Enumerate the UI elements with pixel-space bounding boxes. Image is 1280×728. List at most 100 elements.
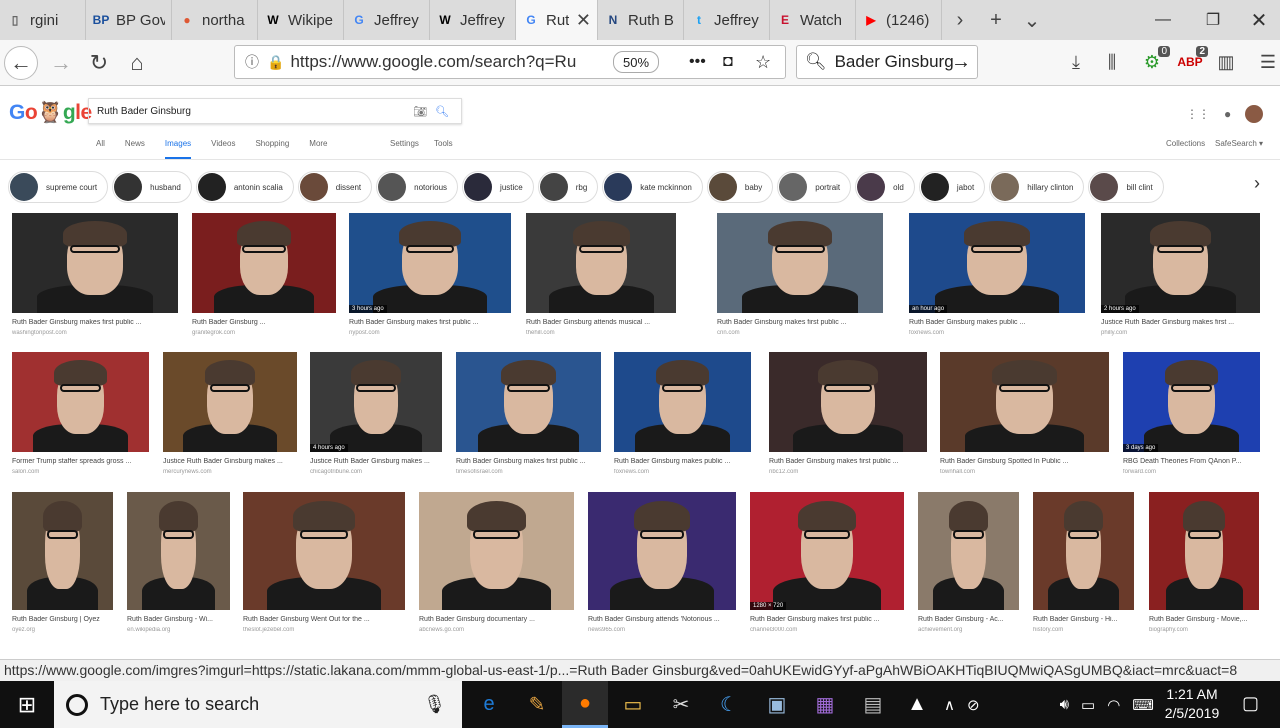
result-source[interactable]: granitegrok.com (192, 330, 336, 336)
result-thumbnail[interactable]: 2 hours ago (1101, 213, 1260, 313)
result-thumbnail[interactable] (243, 492, 405, 610)
tab-shopping[interactable]: Shopping (255, 139, 289, 159)
chevron-right-icon[interactable]: › (1254, 173, 1260, 194)
result-thumbnail[interactable] (717, 213, 883, 313)
image-result[interactable]: Justice Ruth Bader Ginsburg makes ... mer… (163, 352, 297, 475)
google-search-icon[interactable]: 🔍︎ (435, 105, 449, 118)
result-thumbnail[interactable]: 3 hours ago (349, 213, 511, 313)
sidebar-icon[interactable]: ▥ (1212, 48, 1240, 76)
result-source[interactable]: achievement.org (918, 627, 1019, 633)
result-source[interactable]: mercurynews.com (163, 469, 297, 475)
image-result[interactable]: Ruth Bader Ginsburg makes first public .… (717, 213, 883, 336)
edge-icon[interactable]: e (466, 681, 512, 728)
settings-link[interactable]: Settings (390, 139, 419, 148)
image-result[interactable]: 3 hours ago Ruth Bader Ginsburg makes fir… (349, 213, 511, 336)
result-caption[interactable]: Ruth Bader Ginsburg Spotted In Public ..… (940, 458, 1109, 465)
result-source[interactable]: nbc12.com (769, 469, 927, 475)
result-caption[interactable]: RBG Death Theories From QAnon P... (1123, 458, 1260, 465)
result-source[interactable]: news965.com (588, 627, 736, 633)
result-source[interactable]: townhall.com (940, 469, 1109, 475)
result-source[interactable]: philly.com (1101, 330, 1260, 336)
clock[interactable]: 1:21 AM 2/5/2019 (1152, 685, 1232, 723)
result-thumbnail[interactable] (918, 492, 1019, 610)
search-bar[interactable]: 🔍︎ Bader Ginsburg → (796, 45, 978, 79)
notifications-icon[interactable]: ● (1224, 107, 1231, 121)
browser-tab[interactable]: W Jeffrey (430, 0, 516, 40)
result-source[interactable]: forward.com (1123, 469, 1260, 475)
tab-more[interactable]: More (309, 139, 327, 159)
monitor-app-icon[interactable]: ▤ (850, 681, 896, 728)
collections-link[interactable]: Collections (1166, 139, 1205, 148)
related-chip[interactable]: baby (706, 171, 774, 203)
result-caption[interactable]: Ruth Bader Ginsburg documentary ... (419, 616, 574, 623)
pocket-icon[interactable]: ◘ (723, 53, 733, 71)
result-thumbnail[interactable] (588, 492, 736, 610)
image-result[interactable]: Ruth Bader Ginsburg documentary ... abcne… (419, 492, 574, 633)
result-caption[interactable]: Ruth Bader Ginsburg makes public ... (909, 319, 1085, 326)
tab-overflow-icon[interactable]: › (942, 0, 978, 40)
image-result[interactable]: Ruth Bader Ginsburg - Hi... history.com (1033, 492, 1134, 633)
result-thumbnail[interactable] (940, 352, 1109, 452)
result-source[interactable]: abcnews.go.com (419, 627, 574, 633)
result-source[interactable]: biography.com (1149, 627, 1259, 633)
photos-app-icon[interactable]: ▲ (894, 681, 940, 728)
related-chip[interactable]: jabot (918, 171, 986, 203)
related-chip[interactable]: hillary clinton (989, 171, 1085, 203)
tab-close-icon[interactable]: ✕ (576, 10, 591, 31)
windows-start-icon[interactable]: ⊞ (0, 681, 54, 728)
image-result[interactable]: Ruth Bader Ginsburg | Oyez oyez.org (12, 492, 113, 633)
image-result[interactable]: Ruth Bader Ginsburg - Ac... achievement.o… (918, 492, 1019, 633)
menu-icon[interactable]: ☰ (1254, 48, 1280, 76)
result-source[interactable]: cnn.com (717, 330, 883, 336)
image-result[interactable]: Ruth Bader Ginsburg makes first public .… (456, 352, 601, 475)
new-tab-icon[interactable]: + (978, 0, 1014, 40)
image-result[interactable]: 4 hours ago Justice Ruth Bader Ginsburg m… (310, 352, 442, 475)
reload-button[interactable]: ↻ (82, 46, 116, 80)
result-source[interactable]: en.wikipedia.org (127, 627, 230, 633)
result-caption[interactable]: Ruth Bader Ginsburg attends 'Notorious .… (588, 616, 736, 623)
browser-tab[interactable]: BP BP Gover (86, 0, 172, 40)
result-caption[interactable]: Ruth Bader Ginsburg makes first public .… (769, 458, 927, 465)
browser-tab[interactable]: ● northa (172, 0, 258, 40)
result-thumbnail[interactable] (769, 352, 927, 452)
result-caption[interactable]: Ruth Bader Ginsburg makes first public .… (717, 319, 883, 326)
tab-images[interactable]: Images (164, 139, 192, 159)
result-caption[interactable]: Ruth Bader Ginsburg - Ac... (918, 616, 1019, 623)
result-thumbnail[interactable] (12, 492, 113, 610)
image-result[interactable]: Ruth Bader Ginsburg - Movie,... biography… (1149, 492, 1259, 633)
image-result[interactable]: an hour ago Ruth Bader Ginsburg makes pub… (909, 213, 1085, 336)
browser-tab[interactable]: ▶ (1246) (856, 0, 942, 40)
moon-app-icon[interactable]: ☾ (706, 681, 752, 728)
browser-tab[interactable]: t Jeffrey (684, 0, 770, 40)
image-result[interactable]: Ruth Bader Ginsburg Spotted In Public ..… (940, 352, 1109, 475)
related-chip[interactable]: kate mckinnon (602, 171, 703, 203)
result-caption[interactable]: Ruth Bader Ginsburg makes first public .… (12, 319, 178, 326)
google-logo[interactable]: Go🦉gle (9, 101, 92, 125)
result-caption[interactable]: Justice Ruth Bader Ginsburg makes first … (1101, 319, 1260, 326)
safesearch-link[interactable]: SafeSearch ▾ (1215, 139, 1263, 148)
image-result[interactable]: Ruth Bader Ginsburg makes first public .… (12, 213, 178, 336)
result-caption[interactable]: Ruth Bader Ginsburg - Hi... (1033, 616, 1134, 623)
paint-icon[interactable]: ✎ (514, 681, 560, 728)
result-caption[interactable]: Ruth Bader Ginsburg makes first public .… (750, 616, 904, 623)
close-window-icon[interactable]: ✕ (1232, 0, 1280, 40)
result-caption[interactable]: Ruth Bader Ginsburg Went Out for the ... (243, 616, 405, 623)
result-caption[interactable]: Ruth Bader Ginsburg attends musical ... (526, 319, 676, 326)
file-explorer-icon[interactable]: ▭ (610, 681, 656, 728)
url-bar[interactable]: ⓘ 🔒 https://www.google.com/search?q=Ru 5… (234, 45, 786, 79)
image-result[interactable]: Ruth Bader Ginsburg ... granitegrok.com (192, 213, 336, 336)
home-button[interactable]: ⌂ (120, 46, 154, 80)
result-thumbnail[interactable]: 1280 × 720 (750, 492, 904, 610)
tab-list-icon[interactable]: ⌄ (1014, 0, 1050, 40)
result-source[interactable]: channel3000.com (750, 627, 904, 633)
tab-news[interactable]: News (125, 139, 145, 159)
avatar[interactable] (1245, 105, 1264, 123)
result-thumbnail[interactable] (12, 213, 178, 313)
result-thumbnail[interactable] (526, 213, 676, 313)
result-source[interactable]: chicagotribune.com (310, 469, 442, 475)
result-thumbnail[interactable] (456, 352, 601, 452)
related-chip[interactable]: supreme court (8, 171, 109, 203)
apps-grid-icon[interactable]: ⋮⋮ (1186, 107, 1210, 121)
result-caption[interactable]: Justice Ruth Bader Ginsburg makes ... (163, 458, 297, 465)
image-result[interactable]: Ruth Bader Ginsburg makes public ... foxn… (614, 352, 751, 475)
